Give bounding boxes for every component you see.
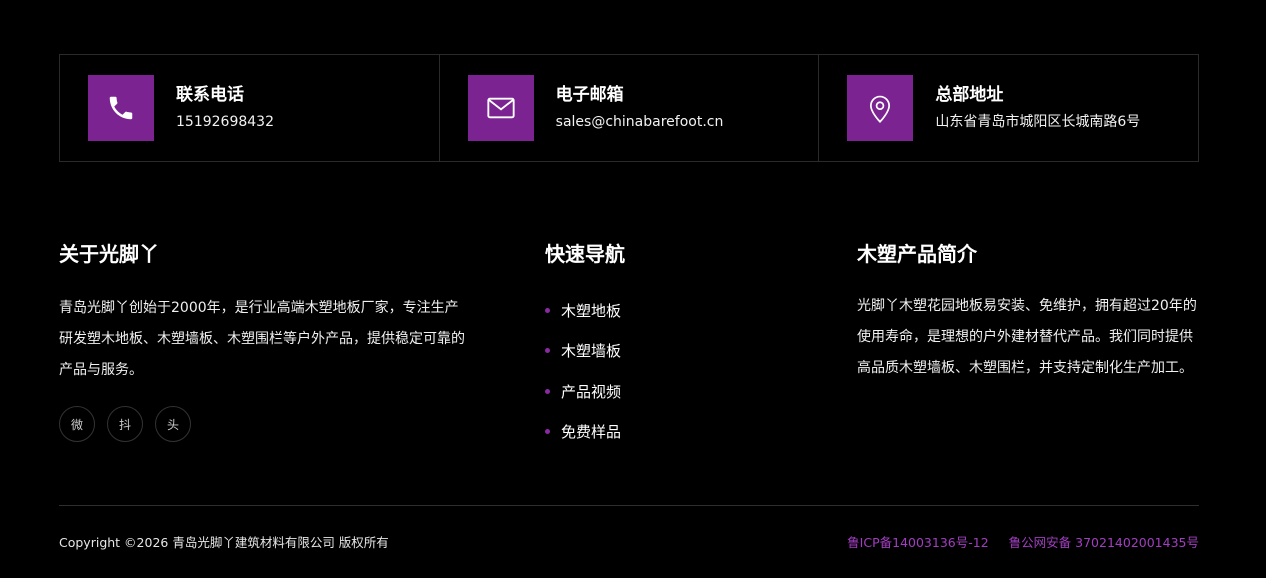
nav-item-label: 免费样品 (561, 423, 622, 442)
contact-email-title: 电子邮箱 (555, 85, 624, 105)
nav-item-label: 木塑墙板 (561, 342, 622, 361)
phone-icon (88, 75, 154, 141)
quick-nav-title: 快速导航 (545, 242, 625, 266)
toutiao-button[interactable]: 头 (155, 406, 191, 442)
contact-phone: 联系电话 15192698432 (60, 55, 440, 161)
police-record-link[interactable]: 鲁公网安备 37021402001435号 (1009, 534, 1199, 552)
bullet-dot-icon (545, 348, 550, 354)
contact-email: 电子邮箱 sales@chinabarefoot.cn (440, 55, 820, 161)
product-intro-title: 木塑产品简介 (857, 242, 977, 266)
contact-address-value: 山东省青岛市城阳区长城南路6号 (935, 114, 1141, 130)
contact-address: 总部地址 山东省青岛市城阳区长城南路6号 (819, 55, 1198, 161)
contact-email-value[interactable]: sales@chinabarefoot.cn (556, 112, 724, 132)
quick-nav-list: 木塑地板 木塑墙板 产品视频 免费样品 (545, 290, 745, 452)
about-text: 青岛光脚丫创始于2000年，是行业高端木塑地板厂家，专注生产研发塑木地板、木塑墙… (59, 300, 465, 378)
nav-item-label: 木塑地板 (561, 301, 622, 320)
contact-phone-title: 联系电话 (176, 85, 244, 105)
nav-item-label: 产品视频 (561, 382, 622, 401)
quick-nav-section: 快速导航 木塑地板 木塑墙板 产品视频 免费样品 (545, 240, 745, 452)
icp-link[interactable]: 鲁ICP备14003136号-12 (847, 534, 989, 552)
contact-phone-value[interactable]: 15192698432 (176, 112, 274, 132)
footer-divider (59, 505, 1199, 506)
wechat-button[interactable]: 微 (59, 406, 95, 442)
nav-item-free-sample[interactable]: 免费样品 (545, 412, 745, 453)
product-intro-section: 木塑产品简介 光脚丫木塑花园地板易安装、免维护，拥有超过20年的使用寿命，是理想… (857, 240, 1199, 384)
about-title: 关于光脚丫 (59, 242, 159, 266)
social-links: 微 抖 头 (59, 406, 469, 442)
bullet-dot-icon (545, 307, 550, 313)
bullet-dot-icon (545, 429, 550, 435)
location-pin-icon (847, 75, 914, 141)
nav-item-product-video[interactable]: 产品视频 (545, 371, 745, 412)
douyin-button[interactable]: 抖 (107, 406, 143, 442)
bullet-dot-icon (545, 388, 550, 394)
contact-strip: 联系电话 15192698432 电子邮箱 sales@chinabarefoo… (59, 54, 1199, 162)
about-section: 关于光脚丫 青岛光脚丫创始于2000年，是行业高端木塑地板厂家，专注生产研发塑木… (59, 240, 469, 442)
beian-links: 鲁ICP备14003136号-12 鲁公网安备 37021402001435号 (847, 534, 1199, 552)
nav-item-wpc-flooring[interactable]: 木塑地板 (545, 290, 745, 331)
product-intro-text: 光脚丫木塑花园地板易安装、免维护，拥有超过20年的使用寿命，是理想的户外建材替代… (857, 298, 1197, 376)
copyright-text: Copyright ©2026 青岛光脚丫建筑材料有限公司 版权所有 (59, 535, 389, 550)
nav-item-wpc-wall-panel[interactable]: 木塑墙板 (545, 331, 745, 372)
contact-address-title: 总部地址 (935, 85, 1004, 105)
mail-icon (467, 75, 534, 141)
